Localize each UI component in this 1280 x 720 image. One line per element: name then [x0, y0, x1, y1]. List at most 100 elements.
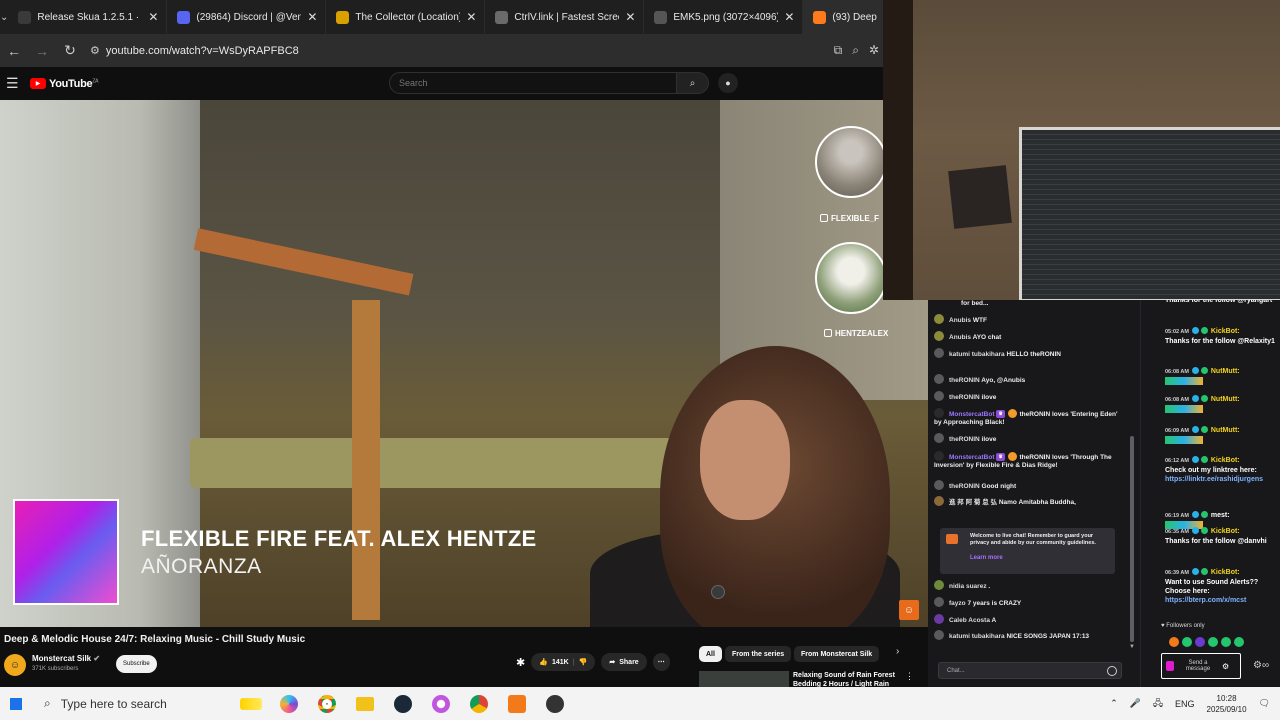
chat-username[interactable]: katumi tubakihara [949, 633, 1005, 640]
chevron-right-icon[interactable]: › [896, 646, 899, 657]
taskbar-search[interactable]: ⌕ Type here to search [32, 687, 232, 720]
browser-tab[interactable]: (29864) Discord | @Venom ✕ [167, 0, 327, 34]
hamburger-menu-icon[interactable]: ☰ [6, 75, 28, 92]
user-avatar[interactable] [934, 408, 944, 418]
address-bar[interactable]: ⚙ youtube.com/watch?v=WsDyRAPFBC8 [90, 39, 299, 63]
chat-username[interactable]: MonstercatBot [949, 411, 995, 418]
alert-username[interactable]: KickBot: [1211, 569, 1240, 576]
steam-icon[interactable] [389, 690, 417, 718]
channel-watermark-icon[interactable]: ☺ [899, 600, 919, 620]
user-avatar[interactable] [934, 630, 944, 640]
chat-scrollbar[interactable] [1130, 436, 1134, 642]
more-actions-button[interactable]: ⋯ [652, 653, 670, 671]
like-button[interactable]: 👍 141K | 👎 [531, 653, 596, 671]
alert-username[interactable]: NutMutt: [1211, 427, 1240, 434]
notification-icon[interactable]: 🗨 [1259, 698, 1270, 709]
chip-from-series[interactable]: From the series [725, 646, 792, 662]
close-icon[interactable]: ✕ [148, 10, 158, 24]
user-avatar[interactable] [934, 433, 944, 443]
windows-start-icon[interactable] [0, 697, 32, 710]
more-vertical-icon[interactable]: ⋮ [905, 671, 914, 682]
chip-all[interactable]: All [699, 646, 722, 662]
video-player[interactable]: FLEXIBLE FIRE FEAT. ALEX HENTZE AÑORANZA… [0, 100, 928, 627]
user-avatar[interactable] [934, 451, 944, 461]
user-avatar[interactable] [934, 374, 944, 384]
alert-username[interactable]: KickBot: [1211, 528, 1240, 535]
browser-tab[interactable]: The Collector (Location) - ✕ [326, 0, 486, 34]
chevron-up-icon[interactable]: ⌃ [1110, 698, 1118, 709]
chat-input[interactable]: Chat... [938, 662, 1122, 679]
chip-from-channel[interactable]: From Monstercat Silk [794, 646, 880, 662]
chat-username[interactable]: MonstercatBot [949, 454, 995, 461]
extension-icon[interactable]: ✲ [869, 43, 879, 58]
clip-icon[interactable]: ✱ [516, 656, 525, 669]
alert-link[interactable]: https://linktr.ee/rashidjurgens [1165, 476, 1263, 483]
chat-settings-icon[interactable]: ⚙ [1222, 662, 1229, 671]
snipping-tool-icon[interactable] [427, 690, 455, 718]
close-icon[interactable]: ✕ [625, 10, 635, 24]
chat-username[interactable]: 進 邦 阿 菊 怠 弘 [949, 499, 997, 506]
chat-username[interactable]: theRONIN [949, 436, 980, 443]
user-avatar[interactable] [934, 314, 944, 324]
copilot-icon[interactable] [275, 690, 303, 718]
file-explorer-icon[interactable] [351, 690, 379, 718]
user-avatar[interactable] [934, 480, 944, 490]
user-avatar[interactable] [934, 597, 944, 607]
chat-username[interactable]: Anubis [949, 334, 971, 341]
search-highlight-icon[interactable] [237, 690, 265, 718]
user-avatar[interactable] [934, 580, 944, 590]
channel-avatar[interactable]: ☺ [4, 654, 26, 676]
site-info-icon[interactable]: ⚙ [90, 44, 100, 57]
app-orange-icon[interactable] [503, 690, 531, 718]
chat-username[interactable]: theRONIN [949, 483, 980, 490]
user-avatar[interactable] [934, 496, 944, 506]
send-message-button[interactable]: Send a message ⚙ [1161, 653, 1241, 679]
user-avatar[interactable] [934, 391, 944, 401]
language-indicator[interactable]: ENG [1175, 699, 1195, 709]
learn-more-link[interactable]: Learn more [970, 555, 1003, 561]
alert-username[interactable]: KickBot: [1211, 328, 1240, 335]
back-arrow-icon[interactable]: ← [0, 43, 28, 59]
channel-name[interactable]: Monstercat Silk ✔ [32, 654, 100, 663]
alert-username[interactable]: mest: [1211, 512, 1230, 519]
chat-username[interactable]: nidia suarez [949, 583, 987, 590]
browser-tab[interactable]: CtrlV.link | Fastest Screens ✕ [485, 0, 645, 34]
chrome-icon[interactable] [313, 690, 341, 718]
subscribe-button[interactable]: Subscribe [116, 655, 157, 673]
user-avatar[interactable] [934, 348, 944, 358]
obs-icon[interactable] [541, 690, 569, 718]
browser-tab[interactable]: Release Skua 1.2.5.1 · Bro ✕ [8, 0, 168, 34]
alert-link[interactable]: https://bterp.com/x/mcst [1165, 597, 1246, 604]
recommended-title[interactable]: Relaxing Sound of Rain Forest Bedding 2 … [793, 671, 903, 687]
browser-tab[interactable]: EMK5.png (3072×4096) ✕ [644, 0, 804, 34]
scroll-down-arrow-icon[interactable]: ▼ [1129, 644, 1135, 650]
share-button[interactable]: ➦ Share [601, 653, 647, 671]
settings-icon[interactable]: ⚙∞ [1253, 660, 1269, 671]
zoom-icon[interactable]: ⌕ [852, 43, 859, 58]
user-avatar[interactable] [934, 614, 944, 624]
chat-username[interactable]: katumi tubakihara [949, 351, 1005, 358]
search-icon[interactable]: ⌕ [677, 72, 709, 94]
chat-username[interactable]: theRONIN [949, 377, 980, 384]
clock[interactable]: 10:28 2025/09/10 [1207, 693, 1247, 715]
reload-icon[interactable]: ↻ [56, 42, 84, 59]
forward-arrow-icon[interactable]: → [28, 43, 56, 59]
recommended-thumbnail[interactable] [699, 671, 789, 687]
microphone-tray-icon[interactable]: 🎤 [1130, 698, 1141, 709]
chat-username[interactable]: Caleb Acosta [949, 617, 990, 624]
user-avatar[interactable] [934, 331, 944, 341]
close-icon[interactable]: ✕ [466, 10, 476, 24]
thumbs-down-icon[interactable]: 👎 [579, 658, 588, 666]
install-app-icon[interactable]: ⧉ [834, 43, 843, 58]
chrome-profile-icon[interactable] [465, 690, 493, 718]
chat-username[interactable]: theRONIN [949, 394, 980, 401]
tab-search-chevron-icon[interactable]: ⌄ [0, 0, 8, 34]
youtube-search-input[interactable] [389, 72, 677, 94]
network-icon[interactable]: 🖧 [1153, 696, 1163, 712]
chat-username[interactable]: fayzo [949, 600, 966, 607]
alert-username[interactable]: NutMutt: [1211, 396, 1240, 403]
alert-username[interactable]: NutMutt: [1211, 368, 1240, 375]
close-icon[interactable]: ✕ [784, 10, 794, 24]
alert-username[interactable]: KickBot: [1211, 457, 1240, 464]
youtube-logo[interactable]: ▶ YouTubeZA [30, 78, 98, 90]
